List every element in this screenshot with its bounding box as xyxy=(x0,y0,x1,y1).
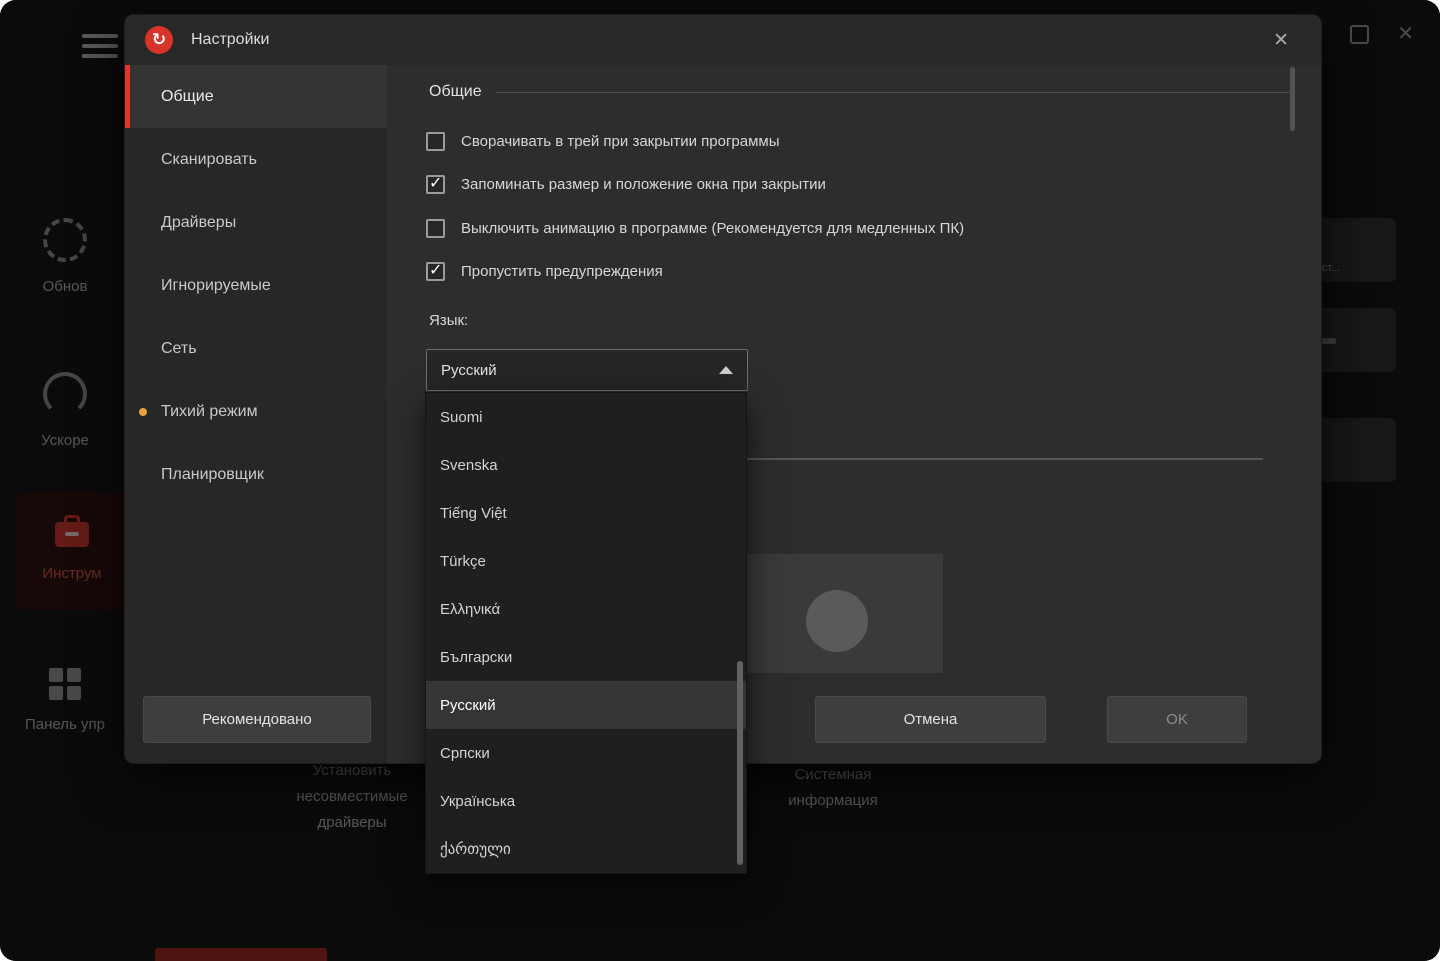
dropdown-scrollbar-thumb[interactable] xyxy=(737,661,743,865)
checkbox[interactable] xyxy=(426,132,445,151)
menu-item-label: Планировщик xyxy=(161,466,264,484)
app-window: — ✕ Обнов Ускоре Инструм Панель упр х ус… xyxy=(0,0,1440,961)
dropdown-option-greek[interactable]: Ελληνικά xyxy=(426,585,746,633)
menu-item-scheduler[interactable]: Планировщик xyxy=(125,443,387,506)
dropdown-option-suomi[interactable]: Suomi xyxy=(426,393,746,441)
checkbox-label: Сворачивать в трей при закрытии программ… xyxy=(461,133,780,150)
ok-button[interactable]: OK xyxy=(1107,696,1247,743)
loading-spinner-icon xyxy=(806,590,868,652)
checkbox-row-skip-warnings[interactable]: Пропустить предупреждения xyxy=(426,259,663,283)
checkbox-row-remember-window[interactable]: Запоминать размер и положение окна при з… xyxy=(426,172,826,196)
checkbox-label: Выключить анимацию в программе (Рекоменд… xyxy=(461,220,964,237)
menu-item-silent-mode[interactable]: Тихий режим xyxy=(125,380,387,443)
checkbox-label: Запоминать размер и положение окна при з… xyxy=(461,176,826,193)
menu-item-label: Общие xyxy=(161,88,214,106)
checkbox-label: Пропустить предупреждения xyxy=(461,263,663,280)
dropdown-option-turkce[interactable]: Türkçe xyxy=(426,537,746,585)
checkbox-row-disable-animation[interactable]: Выключить анимацию в программе (Рекоменд… xyxy=(426,216,964,240)
dialog-scrollbar-thumb[interactable] xyxy=(1290,67,1295,131)
checkbox[interactable] xyxy=(426,262,445,281)
dropdown-option-tieng-viet[interactable]: Tiếng Việt xyxy=(426,489,746,537)
cancel-button[interactable]: Отмена xyxy=(815,696,1046,743)
language-select-value: Русский xyxy=(441,362,497,379)
dropdown-option-ukrainian[interactable]: Українська xyxy=(426,777,746,825)
dialog-close-icon[interactable]: ✕ xyxy=(1273,29,1301,52)
menu-item-label: Сеть xyxy=(161,340,197,358)
language-dropdown-list: Suomi Svenska Tiếng Việt Türkçe Ελληνικά… xyxy=(425,392,747,874)
dropdown-option-georgian[interactable]: ქართული xyxy=(426,825,746,873)
menu-item-general[interactable]: Общие xyxy=(125,65,387,128)
section-header: Общие xyxy=(429,83,1293,101)
dropdown-option-bulgarian[interactable]: Български xyxy=(426,633,746,681)
dropdown-option-russian[interactable]: Русский xyxy=(426,681,746,729)
checkbox-row-minimize-to-tray[interactable]: Сворачивать в трей при закрытии программ… xyxy=(426,129,780,153)
dropdown-option-svenska[interactable]: Svenska xyxy=(426,441,746,489)
menu-item-label: Драйверы xyxy=(161,214,236,232)
language-select[interactable]: Русский xyxy=(426,349,748,391)
section-divider xyxy=(496,92,1293,93)
background-preview-card xyxy=(731,554,943,673)
menu-item-scan[interactable]: Сканировать xyxy=(125,128,387,191)
menu-item-drivers[interactable]: Драйверы xyxy=(125,191,387,254)
checkbox[interactable] xyxy=(426,175,445,194)
dialog-titlebar: ↻ Настройки ✕ xyxy=(125,15,1321,65)
dialog-title: Настройки xyxy=(191,31,269,49)
notification-dot-icon xyxy=(139,408,147,416)
menu-item-network[interactable]: Сеть xyxy=(125,317,387,380)
app-logo-icon: ↻ xyxy=(145,26,173,54)
checkbox[interactable] xyxy=(426,219,445,238)
language-label: Язык: xyxy=(429,312,468,329)
menu-item-label: Игнорируемые xyxy=(161,277,271,295)
section-title: Общие xyxy=(429,83,482,101)
recommended-button[interactable]: Рекомендовано xyxy=(143,696,371,743)
chevron-up-icon xyxy=(719,366,733,374)
menu-item-label: Тихий режим xyxy=(161,403,258,421)
dropdown-option-serbian[interactable]: Српски xyxy=(426,729,746,777)
settings-menu: Общие Сканировать Драйверы Игнорируемые … xyxy=(125,65,387,763)
menu-item-label: Сканировать xyxy=(161,151,257,169)
menu-item-ignored[interactable]: Игнорируемые xyxy=(125,254,387,317)
